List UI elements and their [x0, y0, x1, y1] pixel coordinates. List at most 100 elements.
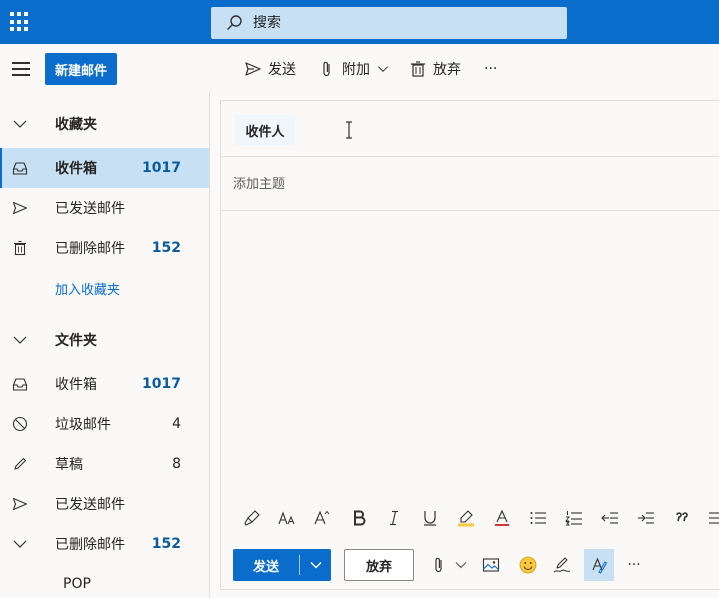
signature-icon: [553, 557, 571, 573]
more-icon: ···: [484, 61, 498, 77]
numbered-list-icon: [565, 511, 582, 526]
attach-command-label: 附加: [342, 62, 370, 78]
italic-button[interactable]: [383, 507, 405, 529]
sidebar-item-sent[interactable]: 已发送邮件: [0, 484, 209, 524]
sidebar-item-label: 收件箱: [55, 161, 97, 177]
highlight-button[interactable]: [455, 507, 477, 529]
increase-indent-button[interactable]: [635, 507, 657, 529]
decrease-indent-button[interactable]: [599, 507, 621, 529]
sidebar-item-junk[interactable]: 垃圾邮件 4: [0, 404, 209, 444]
format-painter-button[interactable]: [241, 507, 263, 529]
send-options-button[interactable]: [300, 549, 331, 581]
bulleted-list-icon: [530, 512, 546, 524]
paintbrush-icon: [244, 510, 260, 526]
trash-icon: [411, 61, 425, 77]
sidebar-item-inbox[interactable]: 收件箱 1017: [0, 364, 209, 404]
sidebar-item-favorites-sent[interactable]: 已发送邮件: [0, 188, 209, 228]
sidebar-item-label: 已删除邮件: [55, 241, 125, 257]
add-to-favorites-label: 加入收藏夹: [55, 282, 121, 298]
sidebar-item-label: 草稿: [55, 457, 83, 473]
to-row: 收件人: [221, 101, 719, 157]
compose-pane: 收件人 添加主题 发送 放弃 ···: [220, 100, 719, 590]
discard-command[interactable]: 放弃: [409, 58, 461, 80]
discard-button[interactable]: 放弃: [344, 549, 414, 581]
font-color-button[interactable]: [491, 507, 513, 529]
format-text-button[interactable]: [584, 549, 614, 581]
folder-pane: 收藏夹 收件箱 1017 已发送邮件 已删除邮件 152 加入收藏夹 文件夹 收…: [0, 92, 210, 598]
app-launcher-icon[interactable]: [10, 12, 30, 32]
more-actions-button[interactable]: ···: [484, 58, 497, 80]
sidebar-item-drafts[interactable]: 草稿 8: [0, 444, 209, 484]
sidebar-item-favorites-inbox[interactable]: 收件箱 1017: [0, 148, 209, 188]
favorites-header[interactable]: 收藏夹: [0, 104, 209, 144]
attach-options-button[interactable]: [450, 554, 472, 576]
emoji-icon: [519, 556, 537, 574]
sidebar-item-label: 收件箱: [55, 377, 97, 393]
sidebar-item-pop[interactable]: POP: [0, 564, 209, 598]
folders-header[interactable]: 文件夹: [0, 320, 209, 360]
formatting-toolbar: [221, 497, 719, 537]
to-input[interactable]: [303, 115, 703, 145]
new-mail-button[interactable]: 新建邮件: [45, 53, 117, 85]
hamburger-menu-icon[interactable]: [12, 62, 30, 76]
unread-count: 152: [151, 240, 181, 256]
search-icon: [227, 15, 242, 30]
favorites-label: 收藏夹: [55, 117, 97, 133]
send-command[interactable]: 发送: [244, 58, 296, 80]
unread-count: 152: [151, 536, 181, 552]
image-icon: [482, 558, 500, 572]
quote-button[interactable]: [671, 507, 693, 529]
send-icon: [12, 201, 28, 215]
search-box[interactable]: [211, 7, 567, 39]
quote-icon: [676, 512, 688, 522]
trash-icon: [14, 240, 26, 256]
send-split-button: 发送: [233, 549, 331, 581]
message-body[interactable]: [221, 211, 719, 493]
discard-command-label: 放弃: [433, 62, 461, 78]
align-button[interactable]: [705, 507, 719, 529]
numbering-button[interactable]: [563, 507, 585, 529]
folders-label: 文件夹: [55, 333, 97, 349]
send-button[interactable]: 发送: [233, 549, 299, 581]
format-text-icon: [592, 557, 608, 574]
unread-count: 8: [172, 456, 181, 472]
font-size-icon: [278, 511, 295, 525]
chevron-down-icon: [378, 66, 388, 72]
bullets-button[interactable]: [527, 507, 549, 529]
chevron-down-icon: [455, 562, 467, 569]
sidebar-item-label: 已发送邮件: [55, 497, 125, 513]
sidebar-item-favorites-deleted[interactable]: 已删除邮件 152: [0, 228, 209, 268]
more-icon: ···: [627, 557, 641, 573]
paperclip-icon: [435, 557, 442, 573]
grow-font-button[interactable]: [311, 507, 333, 529]
grow-font-icon: [314, 510, 330, 525]
insert-picture-button[interactable]: [480, 554, 502, 576]
emoji-button[interactable]: [517, 554, 539, 576]
chevron-down-icon: [13, 120, 27, 128]
underline-icon: [424, 511, 436, 526]
align-icon: [709, 512, 719, 524]
attach-command[interactable]: 附加: [318, 58, 390, 80]
chevron-down-icon: [13, 540, 27, 548]
attach-button[interactable]: [428, 554, 450, 576]
send-icon: [12, 497, 28, 511]
subject-input[interactable]: [233, 171, 703, 197]
signature-button[interactable]: [551, 554, 573, 576]
unread-count: 1017: [142, 160, 181, 176]
increase-indent-icon: [638, 512, 654, 524]
decrease-indent-icon: [601, 512, 618, 524]
sidebar-item-label: 垃圾邮件: [55, 417, 111, 433]
chevron-down-icon: [310, 562, 321, 569]
to-button[interactable]: 收件人: [235, 115, 295, 145]
search-input[interactable]: [253, 15, 553, 31]
send-command-label: 发送: [268, 62, 296, 78]
underline-button[interactable]: [419, 507, 441, 529]
sidebar-item-deleted[interactable]: 已删除邮件 152: [0, 524, 209, 564]
bold-button[interactable]: [348, 507, 370, 529]
bold-icon: [354, 510, 366, 526]
pencil-icon: [14, 457, 27, 470]
sidebar-item-label: 已发送邮件: [55, 201, 125, 217]
font-size-button[interactable]: [276, 507, 298, 529]
add-to-favorites-link[interactable]: 加入收藏夹: [0, 268, 209, 308]
more-options-button[interactable]: ···: [623, 554, 645, 576]
